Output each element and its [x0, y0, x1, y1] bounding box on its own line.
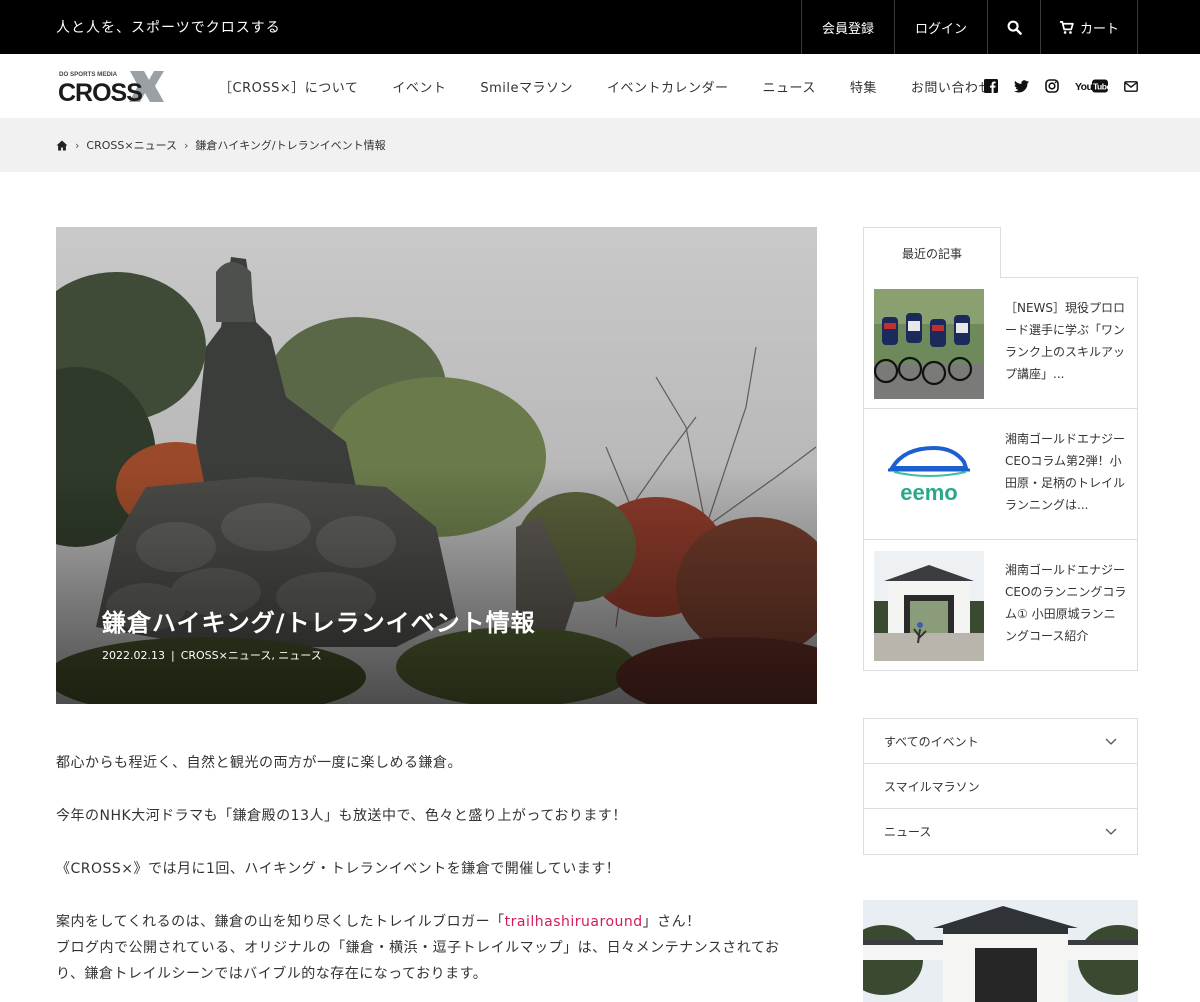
- login-link[interactable]: ログイン: [893, 0, 987, 54]
- recent-post-item[interactable]: ［NEWS］現役プロロード選手に学ぶ「ワンランク上のスキルアップ講座」...: [864, 278, 1137, 409]
- mail-icon[interactable]: [1124, 78, 1138, 94]
- svg-text:Tube: Tube: [1093, 82, 1108, 92]
- svg-text:eemo: eemo: [900, 480, 957, 505]
- breadcrumb-current: 鎌倉ハイキング/トレランイベント情報: [195, 139, 386, 152]
- home-icon[interactable]: [56, 140, 68, 151]
- post-thumbnail[interactable]: eemo: [874, 420, 984, 530]
- facebook-icon[interactable]: [984, 78, 998, 94]
- site-logo[interactable]: DO SPORTS MEDIA CROSS: [58, 68, 164, 107]
- paragraph-text: り、鎌倉トレイルシーンではバイブル的な存在になっております。: [56, 966, 488, 982]
- article-meta: 2022.02.13 | CROSS×ニュース, ニュース: [102, 649, 322, 662]
- recent-post-item[interactable]: 湘南ゴールドエナジーCEOのランニングコラム① 小田原城ランニングコース紹介: [864, 540, 1137, 671]
- register-link[interactable]: 会員登録: [800, 0, 894, 54]
- cart-label: カート: [1079, 21, 1119, 37]
- search-button[interactable]: [987, 0, 1040, 54]
- post-thumbnail[interactable]: [874, 551, 984, 661]
- svg-text:You: You: [1075, 81, 1092, 93]
- sidebar-banner-image[interactable]: [863, 900, 1138, 1002]
- paragraph-text: 案内をしてくれるのは、鎌倉の山を知り尽くしたトレイルブロガー「: [56, 914, 505, 930]
- svg-text:DO SPORTS MEDIA: DO SPORTS MEDIA: [59, 71, 118, 78]
- article-body: 都心からも程近く、自然と観光の両方が一度に楽しめる鎌倉。 今年のNHK大河ドラマ…: [56, 750, 817, 987]
- main-header: DO SPORTS MEDIA CROSS ［CROSS×］について イベント …: [0, 54, 1200, 118]
- recent-post-title[interactable]: ［NEWS］現役プロロード選手に学ぶ「ワンランク上のスキルアップ講座」...: [1005, 297, 1127, 385]
- category-all-events[interactable]: すべてのイベント: [864, 719, 1137, 764]
- chevron-down-icon[interactable]: [1105, 738, 1117, 745]
- article-paragraph: 《CROSS×》では月に1回、ハイキング・トレランイベントを鎌倉で開催しています…: [56, 861, 621, 877]
- paragraph-text: 」さん！: [642, 914, 701, 930]
- twitter-icon[interactable]: [1014, 78, 1029, 94]
- article-paragraph: 今年のNHK大河ドラマも「鎌倉殿の13人」も放送中で、色々と盛り上がっております…: [56, 808, 627, 824]
- category-label: すべてのイベント: [884, 734, 979, 749]
- youtube-icon[interactable]: YouTube: [1075, 78, 1108, 94]
- breadcrumb-news[interactable]: CROSS×ニュース: [86, 137, 177, 153]
- article-paragraph: 案内をしてくれるのは、鎌倉の山を知り尽くしたトレイルブロガー「trailhash…: [56, 909, 817, 987]
- recent-post-title[interactable]: 湘南ゴールドエナジーCEOコラム第2弾！小田原・足柄のトレイルランニングは...: [1005, 428, 1127, 516]
- chevron-right-icon: ›: [75, 138, 80, 152]
- nav-events[interactable]: イベント: [375, 77, 463, 96]
- chevron-down-icon[interactable]: [1105, 828, 1117, 835]
- category-label: ニュース: [884, 825, 932, 839]
- chevron-right-icon: ›: [184, 138, 189, 152]
- category-menu: すべてのイベント スマイルマラソン ニュース: [863, 718, 1138, 855]
- top-bar: 人と人を、スポーツでクロスする 会員登録 ログイン カート: [0, 0, 1200, 54]
- recent-post-title[interactable]: 湘南ゴールドエナジーCEOのランニングコラム① 小田原城ランニングコース紹介: [1005, 559, 1127, 647]
- post-thumbnail[interactable]: [874, 289, 984, 399]
- search-icon: [1007, 20, 1022, 35]
- nav-smile-marathon[interactable]: Smileマラソン: [463, 77, 590, 96]
- cart-icon: [1059, 20, 1074, 34]
- category-smile-marathon[interactable]: スマイルマラソン: [864, 764, 1137, 809]
- recent-posts-tab[interactable]: 最近の記事: [863, 227, 1001, 278]
- category-news[interactable]: ニュース: [864, 809, 1137, 854]
- nav-news[interactable]: ニュース: [746, 77, 833, 96]
- social-links: YouTube: [984, 78, 1138, 94]
- article-title: 鎌倉ハイキング/トレランイベント情報: [102, 609, 536, 637]
- article-date: 2022.02.13: [102, 649, 165, 662]
- nav-event-calendar[interactable]: イベントカレンダー: [590, 77, 746, 96]
- global-nav: ［CROSS×］について イベント Smileマラソン イベントカレンダー ニュ…: [202, 54, 1009, 118]
- cart-button[interactable]: カート: [1040, 0, 1138, 54]
- recent-posts-list: ［NEWS］現役プロロード選手に学ぶ「ワンランク上のスキルアップ講座」... e…: [863, 277, 1138, 671]
- article-paragraph: 都心からも程近く、自然と観光の両方が一度に楽しめる鎌倉。: [56, 755, 462, 771]
- top-nav: 会員登録 ログイン カート: [800, 0, 1138, 54]
- recent-post-item[interactable]: eemo 湘南ゴールドエナジーCEOコラム第2弾！小田原・足柄のトレイルランニン…: [864, 409, 1137, 540]
- article-categories[interactable]: CROSS×ニュース, ニュース: [181, 649, 322, 662]
- breadcrumb: › CROSS×ニュース › 鎌倉ハイキング/トレランイベント情報: [0, 118, 1200, 172]
- instagram-icon[interactable]: [1045, 78, 1059, 94]
- nav-features[interactable]: 特集: [833, 77, 894, 96]
- category-label: スマイルマラソン: [884, 779, 980, 794]
- site-tagline: 人と人を、スポーツでクロスする: [56, 20, 281, 36]
- paragraph-text: ブログ内で公開されている、オリジナルの「鎌倉・横浜・逗子トレイルマップ」は、日々…: [56, 940, 780, 956]
- blog-link[interactable]: trailhashiruaround: [505, 914, 643, 930]
- svg-text:CROSS: CROSS: [58, 79, 142, 104]
- nav-about[interactable]: ［CROSS×］について: [202, 77, 375, 96]
